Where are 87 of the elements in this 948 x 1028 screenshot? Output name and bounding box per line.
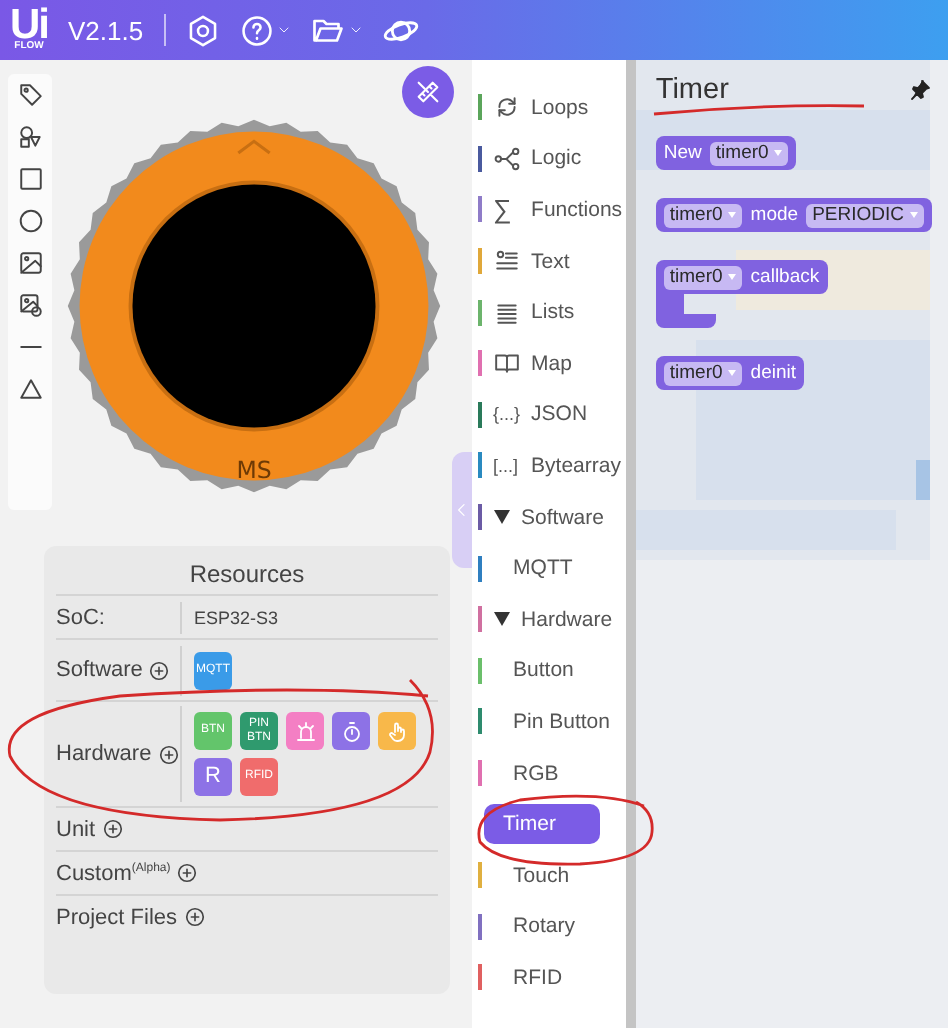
category-item[interactable]: {...} JSON [471, 389, 627, 441]
panel-title: Resources [56, 546, 438, 596]
caret-icon [349, 24, 362, 36]
row-label: Unit [56, 817, 96, 841]
resource-chip[interactable]: R [194, 758, 232, 796]
pin-icon [908, 78, 932, 102]
category-label: Loops [531, 95, 589, 120]
chevron-left-icon [453, 502, 470, 518]
subcategory-item[interactable]: Rotary [471, 901, 627, 953]
soc-value: ESP32-S3 [194, 607, 279, 627]
add-icon [183, 906, 206, 928]
scrollbar[interactable] [626, 60, 636, 1028]
row-label: SoC: [56, 605, 105, 629]
square-icon [17, 166, 43, 192]
category-label: JSON [531, 402, 588, 427]
image-icon [17, 250, 43, 276]
triangle-icon [17, 376, 43, 402]
text-lines-icon [493, 248, 520, 275]
subcategory-item[interactable]: MQTT [471, 542, 627, 594]
resource-chip[interactable] [378, 712, 416, 750]
block-label: mode [750, 204, 799, 226]
settings-icon [185, 13, 220, 47]
hand-icon [385, 719, 409, 743]
image-icon [17, 292, 43, 318]
block-dropdown[interactable]: timer0 [663, 203, 743, 227]
ruler-pencil-icon [413, 78, 442, 106]
category-item[interactable]: ∑ Functions [471, 184, 627, 236]
add-icon [176, 862, 199, 884]
category-symbol: {...} [493, 404, 520, 425]
collapse-handle[interactable] [451, 452, 472, 568]
resource-chip[interactable] [332, 712, 370, 750]
shapes-icon [17, 124, 43, 150]
circle-icon [17, 208, 43, 234]
add-icon [101, 818, 124, 840]
add-icon [148, 659, 171, 681]
code-block[interactable]: timer0 mode PERIODIC [655, 198, 932, 232]
category-item[interactable]: Lists [471, 286, 627, 338]
code-block[interactable]: New timer0 [655, 136, 797, 170]
list-icon [493, 299, 520, 326]
category-item[interactable]: Text [471, 235, 627, 287]
flyout-title: Timer [655, 74, 729, 106]
category-label: Text [531, 249, 570, 274]
subcategory-item[interactable]: RGB [471, 747, 627, 799]
lamp-icon [293, 719, 317, 743]
block-dropdown[interactable]: timer0 [663, 361, 743, 385]
row-label: Software [56, 658, 143, 682]
subcategory-item[interactable]: Touch [471, 849, 627, 901]
caret-icon [277, 24, 290, 36]
row-label: Hardware [56, 742, 152, 766]
category-label: Hardware [521, 607, 613, 632]
branch-icon [493, 145, 520, 172]
block-dropdown[interactable]: PERIODIC [806, 203, 924, 227]
tag-icon [17, 82, 43, 108]
block-dropdown[interactable]: timer0 [709, 141, 789, 165]
category-label: Software [521, 505, 604, 530]
category-item[interactable]: Loops [471, 82, 627, 134]
version-label: V2.1.5 [68, 15, 144, 45]
row-label: Custom$^{(Alpha)}$ [56, 861, 171, 885]
block-dropdown[interactable]: timer0 [663, 265, 743, 289]
subcategory-item[interactable]: Timer [483, 804, 600, 845]
category-label: Functions [531, 197, 623, 222]
add-icon [157, 743, 180, 765]
loop-icon [493, 94, 520, 121]
block-label: deinit [750, 362, 797, 384]
edit-tools-button[interactable] [401, 66, 454, 118]
category-group[interactable]: Software [471, 491, 627, 543]
category-item[interactable]: [...] Bytearray [471, 440, 627, 492]
category-label: Bytearray [531, 453, 621, 478]
category-item[interactable]: Logic [471, 133, 627, 185]
block-label: New [663, 142, 702, 164]
row-label: Project Files [56, 905, 178, 929]
category-symbol: [...] [493, 455, 520, 476]
book-icon [493, 350, 520, 377]
subcategory-item[interactable]: Pin Button [471, 696, 627, 748]
help-icon [239, 13, 274, 47]
subcategory-item[interactable]: Button [471, 645, 627, 697]
category-label: Map [531, 351, 572, 376]
code-block[interactable]: timer0 deinit [655, 356, 805, 390]
category-item[interactable]: Map [471, 337, 627, 390]
category-label: Lists [531, 300, 575, 325]
category-symbol: ∑ [493, 194, 514, 225]
block-label: callback [750, 266, 820, 288]
resource-chip[interactable] [286, 712, 324, 750]
subcategory-item[interactable]: RFID [471, 952, 627, 1004]
stopwatch-icon [339, 719, 363, 743]
category-group[interactable]: Hardware [471, 593, 627, 646]
category-label: Logic [531, 146, 582, 171]
